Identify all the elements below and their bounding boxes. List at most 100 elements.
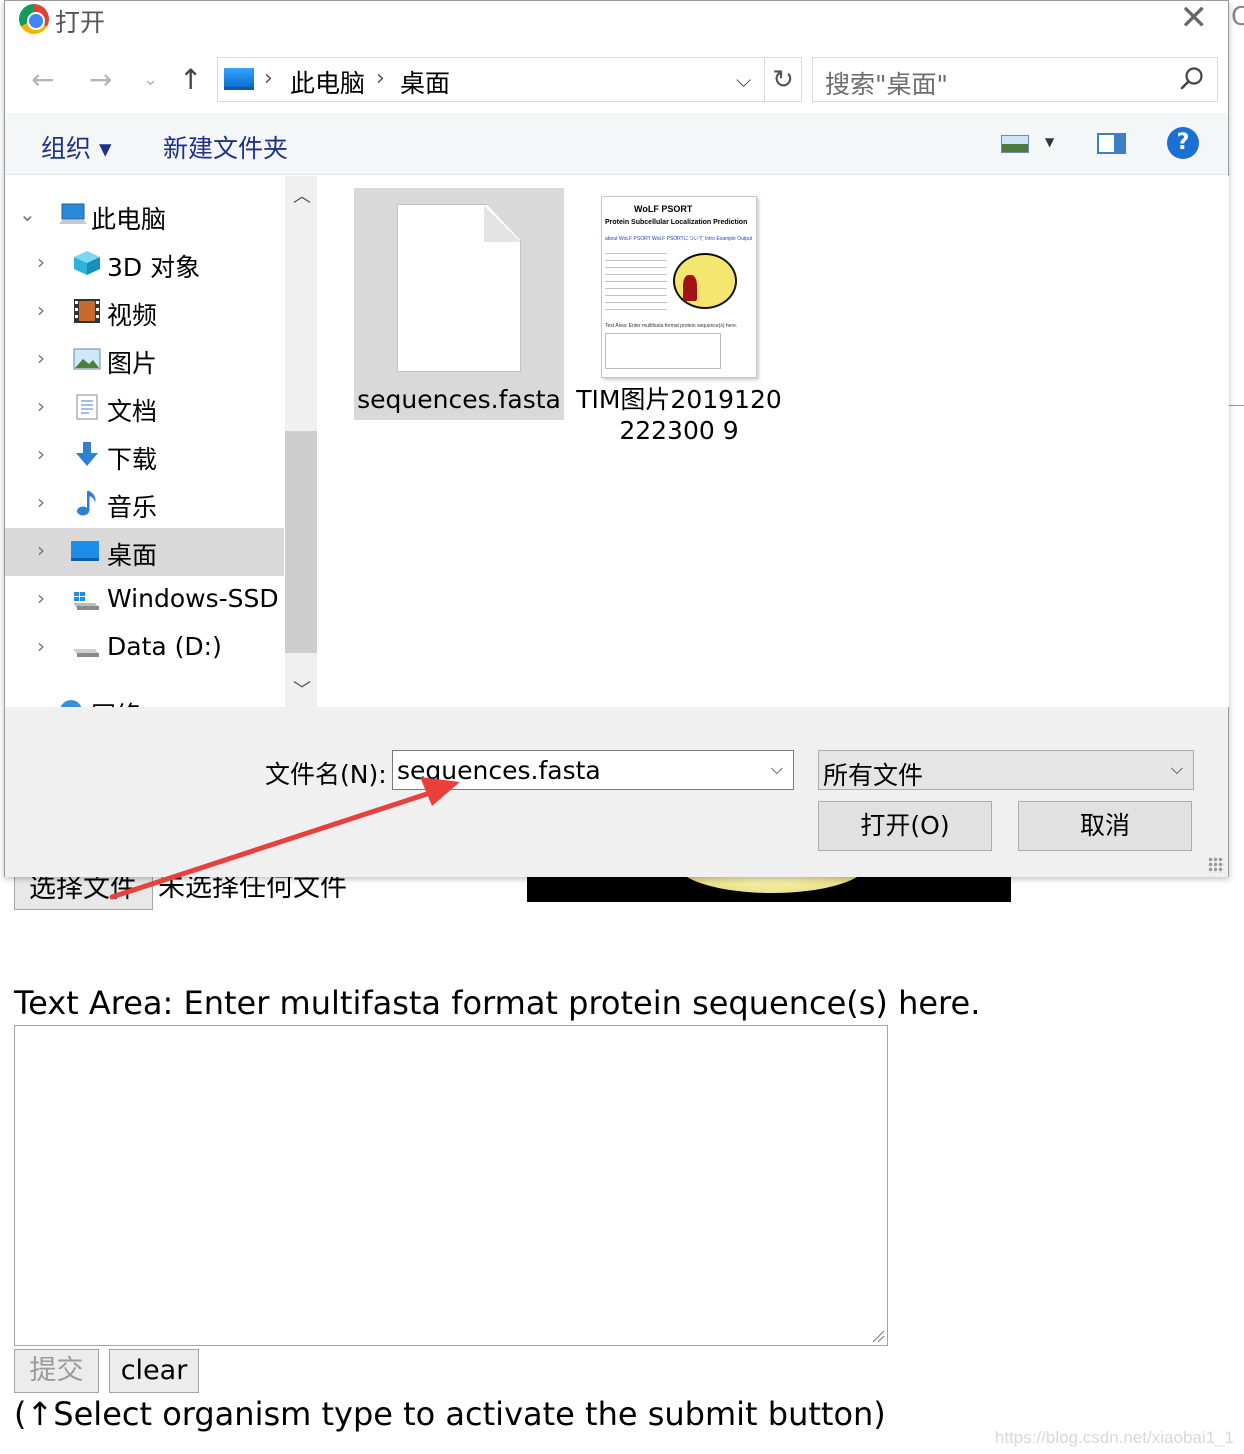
refresh-icon[interactable]: ↻ [765,57,802,102]
chevron-down-icon[interactable]: ⌵ [1171,759,1183,779]
breadcrumb-separator-icon[interactable]: › [376,66,385,91]
resize-grip-icon[interactable] [871,1329,885,1343]
file-name: TIM图片2019120222300 9 [576,385,782,445]
chevron-down-icon[interactable]: ⌄ [19,202,36,226]
search-icon[interactable] [1179,66,1205,92]
chevron-right-icon[interactable]: › [37,346,45,370]
resize-grip-icon[interactable] [1208,857,1224,873]
file-item-tim-image[interactable]: WoLF PSORT Protein Subcellular Localizat… [574,188,784,446]
recent-locations-chevron-icon[interactable]: ⌄ [143,69,158,90]
view-options-caret-icon[interactable]: ▼ [1045,135,1054,149]
tree-label: 此电脑 [91,205,167,234]
breadcrumb-this-pc[interactable]: 此电脑 [290,64,365,100]
windows-drive-icon [73,592,99,610]
navigation-bar: ← → ⌄ ↑ › 此电脑 › 桌面 ⌵ ↻ 搜索"桌面" [5,57,1228,103]
video-icon [74,299,100,323]
scroll-down-icon[interactable]: ﹀ [293,676,311,702]
organize-menu-button[interactable]: 组织 ▾ [41,129,112,165]
scroll-up-icon[interactable]: ︿ [293,182,311,208]
music-icon [77,491,96,516]
tree-item-this-pc[interactable]: ⌄ 此电脑 [5,192,284,240]
change-view-icon[interactable] [1001,135,1029,153]
back-arrow-icon[interactable]: ← [31,63,54,96]
documents-icon [76,394,98,420]
3d-objects-icon [74,251,100,275]
scroll-thumb[interactable] [285,431,317,653]
image-thumbnail: WoLF PSORT Protein Subcellular Localizat… [601,196,757,378]
drive-icon [73,649,99,657]
chevron-down-icon[interactable]: ⌵ [736,68,751,92]
tree-label: 网络 [91,696,141,707]
tree-item-music[interactable]: › 音乐 [5,480,284,528]
open-button[interactable]: 打开(O) [818,801,992,851]
tree-item-windows-ssd[interactable]: › Windows-SSD ( [5,576,296,624]
chevron-right-icon[interactable]: › [37,634,45,658]
text-area-label: Text Area: Enter multifasta format prote… [14,984,981,1022]
chevron-right-icon[interactable]: › [37,538,45,562]
wolf-psort-logo [673,253,737,309]
close-icon[interactable]: ✕ [1180,1,1209,35]
logo-image [527,875,1011,902]
network-icon [60,700,82,707]
filename-input[interactable]: sequences.fasta ⌵ [392,750,794,790]
download-icon [76,442,98,466]
up-arrow-icon[interactable]: ↑ [179,63,202,96]
search-placeholder: 搜索"桌面" [825,70,948,99]
tree-item-network[interactable]: › 网络 [5,688,284,707]
tree-item-3d-objects[interactable]: › 3D 对象 [5,240,284,288]
dialog-footer: 文件名(N): sequences.fasta ⌵ 所有文件 ⌵ 打开(O) 取… [5,707,1228,877]
tree-item-videos[interactable]: › 视频 [5,288,284,336]
tree-label: 3D 对象 [107,253,201,282]
watermark: https://blog.csdn.net/xiaobai1_1 [994,1428,1234,1447]
tree-label: Windows-SSD ( [107,584,297,613]
tree-label: 视频 [107,301,158,330]
sequence-textarea[interactable] [14,1025,888,1346]
file-item-sequences[interactable]: sequences.fasta [354,188,564,420]
tree-label: 图片 [107,349,158,378]
file-name: sequences.fasta [357,385,561,414]
tree-item-data-d[interactable]: › Data (D:) [5,624,284,672]
address-bar[interactable]: › 此电脑 › 桌面 ⌵ [217,57,765,102]
new-folder-button[interactable]: 新建文件夹 [163,129,288,165]
file-list-area: sequences.fasta WoLF PSORT Protein Subce… [319,176,1229,707]
tree-item-desktop[interactable]: › 桌面 [5,528,284,576]
chevron-right-icon[interactable]: › [37,442,45,466]
breadcrumb-separator-icon[interactable]: › [264,66,273,91]
tree-label: Data (D:) [107,632,222,661]
dialog-titlebar[interactable]: 打开 ✕ [5,1,1228,39]
submit-button[interactable]: 提交 [14,1349,99,1393]
chevron-right-icon[interactable]: › [37,586,45,610]
desktop-icon [71,541,99,561]
chevron-right-icon[interactable]: › [37,298,45,322]
desktop-icon [224,68,254,90]
filename-value: sequences.fasta [397,756,601,785]
clear-button[interactable]: clear [109,1349,199,1393]
breadcrumb-desktop[interactable]: 桌面 [400,64,450,100]
open-file-dialog: 打开 ✕ ← → ⌄ ↑ › 此电脑 › 桌面 ⌵ ↻ 搜索"桌面" 组织 ▾ … [4,0,1229,877]
search-input[interactable]: 搜索"桌面" [812,57,1218,102]
help-icon[interactable]: ? [1167,127,1199,159]
tree-label: 音乐 [107,493,158,522]
chevron-right-icon[interactable]: › [19,698,27,707]
tree-label: 文档 [107,397,158,426]
document-icon [397,204,521,372]
chevron-right-icon[interactable]: › [37,250,45,274]
file-type-select[interactable]: 所有文件 ⌵ [818,750,1194,790]
forward-arrow-icon[interactable]: → [89,63,112,96]
chevron-right-icon[interactable]: › [37,394,45,418]
chevron-right-icon[interactable]: › [37,490,45,514]
navigation-scrollbar[interactable]: ︿ ﹀ [285,176,317,707]
filename-label: 文件名(N): [265,760,387,789]
cancel-button[interactable]: 取消 [1018,801,1192,851]
edge-fragment: C [1231,2,1244,32]
command-toolbar: 组织 ▾ 新建文件夹 ▼ ? [5,113,1228,175]
computer-icon [59,203,87,224]
chevron-down-icon[interactable]: ⌵ [771,759,783,779]
preview-pane-icon[interactable] [1097,133,1126,154]
tree-item-pictures[interactable]: › 图片 [5,336,284,384]
tree-item-documents[interactable]: › 文档 [5,384,284,432]
file-type-value: 所有文件 [823,761,924,790]
navigation-pane: ⌄ 此电脑 › 3D 对象 › 视频 › 图片 › 文档 › 下载 › 音乐 ›… [5,176,317,707]
chrome-icon [19,4,49,34]
tree-item-downloads[interactable]: › 下载 [5,432,284,480]
